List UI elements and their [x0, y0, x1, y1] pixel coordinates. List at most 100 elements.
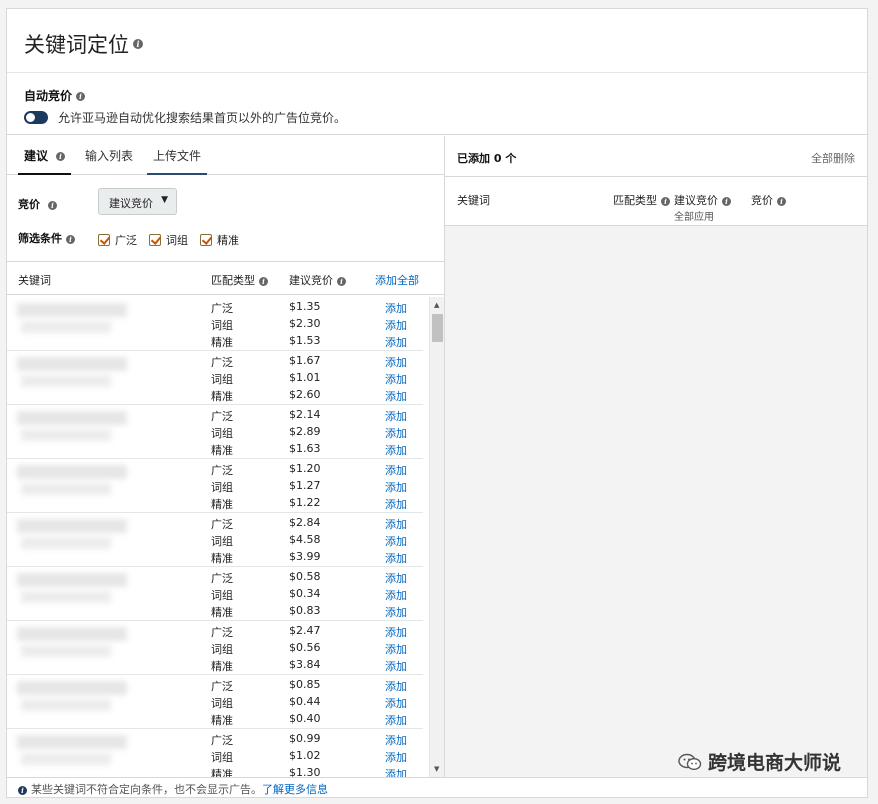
info-icon[interactable]: i	[661, 196, 670, 206]
info-icon: i	[18, 785, 27, 795]
bid-label-text: 竞价	[18, 198, 40, 211]
remove-all-button[interactable]: 全部删除	[811, 150, 855, 166]
blurred-keyword	[17, 303, 127, 317]
add-button[interactable]: 添加	[385, 658, 407, 675]
add-button[interactable]: 添加	[385, 300, 407, 317]
suggested-bid: $0.40	[289, 712, 321, 725]
add-button[interactable]: 添加	[385, 371, 407, 388]
add-button[interactable]: 添加	[385, 749, 407, 766]
match-type: 精准	[211, 660, 233, 673]
match-type: 广泛	[211, 356, 233, 369]
add-button[interactable]: 添加	[385, 354, 407, 371]
learn-more-link[interactable]: 了解更多信息	[262, 783, 328, 796]
scrollbar[interactable]: ▲ ▼	[429, 297, 444, 777]
suggested-bid: $2.89	[289, 425, 321, 438]
suggested-bid: $1.53	[289, 334, 321, 347]
keyword-group: 广泛 $1.67 添加 词组 $1.01 添加 精准 $2.60 添加	[7, 351, 423, 405]
add-button[interactable]: 添加	[385, 550, 407, 567]
col-suggested-bid: 建议竞价 i	[289, 272, 346, 288]
added-header: 已添加 0 个 全部删除	[445, 136, 867, 177]
match-type: 词组	[211, 535, 233, 548]
info-icon[interactable]: i	[48, 200, 57, 210]
checkbox-label: 词组	[166, 234, 188, 247]
filter-section: 竞价 i 建议竞价 ▼ 筛选条件 i 广泛 词组 精准	[7, 175, 444, 262]
blurred-keyword	[21, 753, 111, 765]
blurred-keyword	[17, 465, 127, 479]
added-col-match-text: 匹配类型	[613, 194, 657, 207]
add-button[interactable]: 添加	[385, 442, 407, 459]
added-col-bid-text: 竞价	[751, 194, 773, 207]
info-icon[interactable]: i	[66, 234, 75, 244]
suggested-bid: $1.27	[289, 479, 321, 492]
match-type: 精准	[211, 444, 233, 457]
add-button[interactable]: 添加	[385, 766, 407, 777]
add-button[interactable]: 添加	[385, 408, 407, 425]
info-icon[interactable]: i	[133, 39, 143, 49]
add-all-button[interactable]: 添加全部	[375, 272, 419, 288]
scroll-down-icon[interactable]: ▼	[434, 765, 439, 773]
add-button[interactable]: 添加	[385, 587, 407, 604]
add-button[interactable]: 添加	[385, 479, 407, 496]
apply-all-link[interactable]: 全部应用	[674, 208, 714, 223]
add-button[interactable]: 添加	[385, 388, 407, 405]
scroll-up-icon[interactable]: ▲	[434, 301, 439, 309]
add-button[interactable]: 添加	[385, 624, 407, 641]
scroll-thumb[interactable]	[432, 314, 443, 342]
add-button[interactable]: 添加	[385, 570, 407, 587]
checkbox-label: 广泛	[115, 234, 137, 247]
info-icon[interactable]: i	[777, 196, 786, 206]
add-button[interactable]: 添加	[385, 732, 407, 749]
tab-suggested[interactable]: 建议 i	[18, 136, 72, 175]
bid-type-dropdown[interactable]: 建议竞价 ▼	[98, 188, 177, 215]
suggested-bid: $0.34	[289, 587, 321, 600]
added-count: 已添加 0 个	[457, 152, 517, 165]
info-icon[interactable]: i	[56, 152, 66, 161]
add-button[interactable]: 添加	[385, 712, 407, 729]
add-button[interactable]: 添加	[385, 496, 407, 513]
add-button[interactable]: 添加	[385, 604, 407, 621]
blurred-keyword	[21, 591, 111, 603]
chevron-down-icon: ▼	[161, 195, 168, 205]
footer-note-text: 某些关键词不符合定向条件，也不会显示广告。	[31, 783, 262, 796]
auto-bid-toggle[interactable]	[24, 111, 48, 124]
add-button[interactable]: 添加	[385, 533, 407, 550]
match-type: 词组	[211, 697, 233, 710]
add-button[interactable]: 添加	[385, 425, 407, 442]
added-col-keyword: 关键词	[457, 194, 490, 207]
keyword-group: 广泛 $1.20 添加 词组 $1.27 添加 精准 $1.22 添加	[7, 459, 423, 513]
blurred-keyword	[17, 519, 127, 533]
add-button[interactable]: 添加	[385, 641, 407, 658]
page-title: 关键词定位	[24, 33, 129, 57]
filter-broad-checkbox[interactable]: 广泛	[98, 232, 137, 248]
info-icon[interactable]: i	[76, 92, 86, 101]
tab-bar: 建议 i 输入列表 上传文件	[7, 136, 444, 175]
added-col-bid: 竞价 i	[751, 192, 786, 208]
add-button[interactable]: 添加	[385, 317, 407, 334]
suggested-bid: $1.02	[289, 749, 321, 762]
match-type: 广泛	[211, 734, 233, 747]
col-bid-text: 建议竞价	[289, 274, 333, 287]
keyword-group: 广泛 $0.99 添加 词组 $1.02 添加 精准 $1.30 添加	[7, 729, 423, 777]
tab-enter-list[interactable]: 输入列表	[79, 136, 139, 175]
tab-upload-file[interactable]: 上传文件	[147, 136, 208, 175]
col-match-type: 匹配类型 i	[211, 272, 268, 288]
added-col-match-type: 匹配类型 i	[613, 192, 670, 208]
add-button[interactable]: 添加	[385, 678, 407, 695]
info-icon[interactable]: i	[337, 276, 346, 286]
info-icon[interactable]: i	[259, 276, 268, 286]
match-type: 广泛	[211, 572, 233, 585]
info-icon[interactable]: i	[722, 196, 731, 206]
add-button[interactable]: 添加	[385, 516, 407, 533]
match-type: 词组	[211, 751, 233, 764]
keyword-group: 广泛 $2.84 添加 词组 $4.58 添加 精准 $3.99 添加	[7, 513, 423, 567]
match-type: 精准	[211, 498, 233, 511]
add-button[interactable]: 添加	[385, 695, 407, 712]
suggested-bid: $1.63	[289, 442, 321, 455]
match-type: 精准	[211, 714, 233, 727]
filter-exact-checkbox[interactable]: 精准	[200, 232, 239, 248]
suggested-bid: $3.84	[289, 658, 321, 671]
add-button[interactable]: 添加	[385, 462, 407, 479]
suggested-bid: $1.67	[289, 354, 321, 367]
add-button[interactable]: 添加	[385, 334, 407, 351]
filter-phrase-checkbox[interactable]: 词组	[149, 232, 188, 248]
